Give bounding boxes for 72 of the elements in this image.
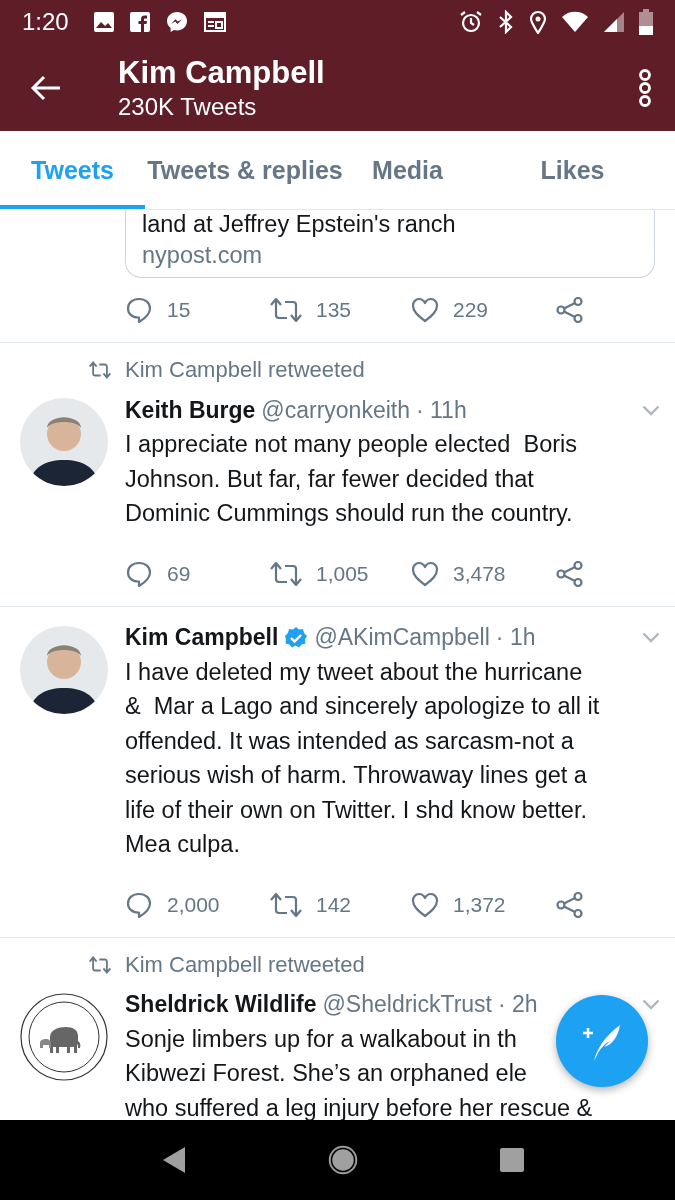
tweet-text-line: serious wish of harm. Throwaway lines get a bbox=[125, 761, 587, 790]
retweet-label: Kim Campbell retweeted bbox=[125, 357, 366, 383]
action-count: 1,005 bbox=[316, 561, 369, 586]
tweet-text-line: Kibwezi Forest. She’s an orphaned ele bbox=[125, 1059, 527, 1088]
tweet-text-line: Sonje limbers up for a walkabout in th bbox=[125, 1024, 517, 1054]
signal-icon bbox=[603, 11, 625, 33]
profile-tab[interactable]: Media bbox=[345, 131, 470, 209]
author-name[interactable]: Kim Campbell bbox=[125, 624, 279, 651]
author-name[interactable]: Sheldrick Wildlife bbox=[125, 991, 317, 1018]
author-name[interactable]: Keith Burge bbox=[125, 396, 256, 424]
author-handle[interactable]: @carryonkeith bbox=[261, 396, 410, 424]
tweet-text-line: who suffered a leg injury before her rescue & bbox=[125, 1093, 593, 1120]
action-count: 142 bbox=[316, 892, 352, 917]
image-icon bbox=[92, 11, 115, 33]
share-icon[interactable] bbox=[556, 297, 584, 323]
reply-icon[interactable] bbox=[125, 296, 153, 324]
reply-icon[interactable] bbox=[125, 890, 153, 919]
calendar-icon bbox=[202, 11, 227, 33]
tweet-text-line: I have deleted my tweet about the hurricane bbox=[125, 657, 583, 687]
action-count: 135 bbox=[316, 298, 352, 322]
more-options-icon[interactable] bbox=[637, 68, 653, 107]
action-count: 1,372 bbox=[453, 892, 506, 917]
facebook-icon bbox=[128, 11, 151, 33]
retweet-label: Kim Campbell retweeted bbox=[125, 951, 366, 978]
tweet-text-line: & Mar a Lago and sincerely apologize to all it bbox=[125, 692, 600, 721]
home-icon[interactable] bbox=[327, 1145, 358, 1175]
card-title: land at Jeffrey Epstein's ranch bbox=[142, 210, 457, 238]
messenger-icon bbox=[164, 10, 189, 34]
tweet-text-line: offended. It was intended as sarcasm-not a bbox=[125, 726, 574, 756]
tweet-text-line: I appreciate not many people elected Boris bbox=[125, 430, 577, 459]
retweet-icon[interactable] bbox=[270, 297, 302, 323]
retweet-icon[interactable] bbox=[270, 891, 302, 918]
tweet-count: 230K Tweets bbox=[118, 91, 258, 122]
share-icon[interactable] bbox=[556, 560, 584, 587]
profile-name: Kim Campbell bbox=[118, 53, 326, 92]
tweet-time: · 11h bbox=[415, 396, 467, 424]
bluetooth-icon bbox=[497, 10, 515, 34]
author-handle[interactable]: @SheldrickTrust bbox=[322, 991, 492, 1018]
card-domain: nypost.com bbox=[142, 241, 264, 270]
action-count: 69 bbox=[167, 561, 191, 586]
action-count: 3,478 bbox=[453, 561, 506, 586]
tweet-text-line: Johnson. But far, far fewer decided that bbox=[125, 464, 534, 494]
alarm-clock-icon bbox=[459, 10, 483, 34]
retweet-icon bbox=[89, 955, 111, 974]
retweet-icon[interactable] bbox=[270, 560, 302, 587]
reply-icon[interactable] bbox=[125, 559, 153, 588]
battery-icon bbox=[639, 9, 653, 35]
heart-icon[interactable] bbox=[411, 891, 439, 918]
profile-tab[interactable]: Tweets & replies bbox=[145, 131, 345, 209]
compose-button[interactable] bbox=[556, 995, 648, 1087]
back-arrow-icon[interactable] bbox=[30, 74, 62, 101]
link-card[interactable]: land at Jeffrey Epstein's ranch nypost.com bbox=[125, 210, 655, 278]
tweet-text-line: Mea culpa. bbox=[125, 830, 240, 859]
tweet-text-line: life of their own on Twitter. I shd know better. bbox=[125, 795, 587, 825]
action-count: 15 bbox=[167, 298, 191, 322]
share-icon[interactable] bbox=[556, 891, 584, 918]
profile-tab[interactable]: Tweets bbox=[0, 131, 145, 209]
heart-icon[interactable] bbox=[411, 560, 439, 587]
retweet-icon bbox=[89, 361, 111, 379]
wifi-icon bbox=[561, 11, 589, 33]
heart-icon[interactable] bbox=[411, 297, 439, 323]
author-handle[interactable]: @AKimCampbell bbox=[314, 624, 490, 651]
recents-icon[interactable] bbox=[498, 1147, 525, 1173]
clock-time: 1:20 bbox=[22, 8, 69, 36]
tweet-text-line: Dominic Cummings should run the country. bbox=[125, 499, 573, 528]
tweet-time: · 1h bbox=[495, 624, 536, 651]
logo-avatar[interactable] bbox=[20, 992, 108, 1081]
location-pin-icon bbox=[529, 10, 547, 34]
action-count: 229 bbox=[453, 298, 489, 322]
profile-tab[interactable]: Likes bbox=[470, 131, 675, 209]
tweet-time: · 2h bbox=[498, 991, 538, 1018]
action-count: 2,000 bbox=[167, 892, 220, 917]
